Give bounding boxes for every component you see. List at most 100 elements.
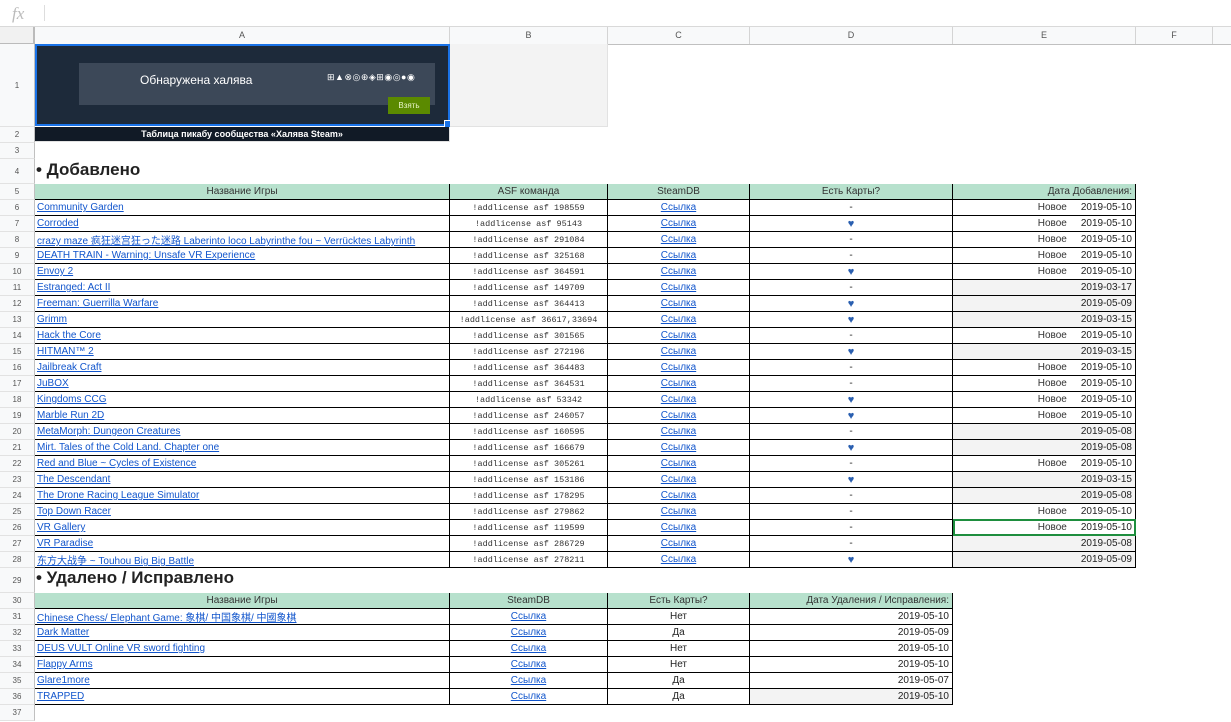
steamdb-link[interactable]: Ссылка (450, 673, 608, 689)
game-name-link[interactable]: Hack the Core (35, 328, 450, 344)
steamdb-link[interactable]: Ссылка (608, 200, 750, 216)
steamdb-link[interactable]: Ссылка (608, 264, 750, 280)
game-name-link[interactable]: Glare1more (35, 673, 450, 689)
row-header[interactable]: 34 (0, 657, 35, 673)
column-header-b[interactable]: B (450, 27, 608, 44)
steamdb-link[interactable]: Ссылка (608, 440, 750, 456)
row-header[interactable]: 13 (0, 312, 35, 328)
row-header[interactable]: 22 (0, 456, 35, 472)
active-cell-selection[interactable] (953, 519, 1136, 536)
take-button[interactable]: Взять (388, 97, 430, 114)
game-name-link[interactable]: JuBOX (35, 376, 450, 392)
steamdb-link[interactable]: Ссылка (450, 641, 608, 657)
game-name-link[interactable]: VR Gallery (35, 520, 450, 536)
column-header-e[interactable]: E (953, 27, 1136, 44)
row-header[interactable]: 3 (0, 143, 35, 159)
game-name-link[interactable]: HITMAN™ 2 (35, 344, 450, 360)
row-header[interactable]: 21 (0, 440, 35, 456)
steamdb-link[interactable]: Ссылка (608, 424, 750, 440)
row-header[interactable]: 11 (0, 280, 35, 296)
game-name-link[interactable]: Grimm (35, 312, 450, 328)
game-name-link[interactable]: Dark Matter (35, 625, 450, 641)
game-name-link[interactable]: Mirt. Tales of the Cold Land. Chapter on… (35, 440, 450, 456)
steamdb-link[interactable]: Ссылка (608, 472, 750, 488)
row-header[interactable]: 10 (0, 264, 35, 280)
game-name-link[interactable]: Red and Blue ~ Cycles of Existence (35, 456, 450, 472)
steamdb-link[interactable]: Ссылка (608, 376, 750, 392)
steamdb-link[interactable]: Ссылка (608, 344, 750, 360)
steamdb-link[interactable]: Ссылка (608, 552, 750, 568)
game-name-link[interactable]: Chinese Chess/ Elephant Game: 象棋/ 中国象棋/ … (35, 609, 450, 625)
row-header[interactable]: 32 (0, 625, 35, 641)
column-header-a[interactable]: A (35, 27, 450, 44)
row-header[interactable]: 7 (0, 216, 35, 232)
game-name-link[interactable]: Flappy Arms (35, 657, 450, 673)
steamdb-link[interactable]: Ссылка (608, 296, 750, 312)
game-name-link[interactable]: MetaMorph: Dungeon Creatures (35, 424, 450, 440)
row-header[interactable]: 16 (0, 360, 35, 376)
row-header[interactable]: 20 (0, 424, 35, 440)
row-header[interactable]: 28 (0, 552, 35, 568)
steamdb-link[interactable]: Ссылка (450, 657, 608, 673)
game-name-link[interactable]: DEATH TRAIN - Warning: Unsafe VR Experie… (35, 248, 450, 264)
game-name-link[interactable]: Freeman: Guerrilla Warfare (35, 296, 450, 312)
row-header[interactable]: 27 (0, 536, 35, 552)
game-name-link[interactable]: TRAPPED (35, 689, 450, 705)
row-header[interactable]: 19 (0, 408, 35, 424)
row-header[interactable]: 29 (0, 568, 35, 593)
row-header[interactable]: 33 (0, 641, 35, 657)
game-name-link[interactable]: Estranged: Act II (35, 280, 450, 296)
select-all-corner[interactable] (0, 27, 35, 44)
steamdb-link[interactable]: Ссылка (608, 248, 750, 264)
banner-image[interactable]: Обнаружена халява ⊞▲⊗◎⊕◈⊞◉◎●◉ Взять (35, 44, 452, 128)
steamdb-link[interactable]: Ссылка (608, 504, 750, 520)
row-header[interactable]: 23 (0, 472, 35, 488)
steamdb-link[interactable]: Ссылка (608, 360, 750, 376)
steamdb-link[interactable]: Ссылка (608, 456, 750, 472)
row-header[interactable]: 17 (0, 376, 35, 392)
formula-bar[interactable]: fx (0, 0, 1231, 27)
row-header[interactable]: 25 (0, 504, 35, 520)
steamdb-link[interactable]: Ссылка (608, 232, 750, 248)
game-name-link[interactable]: The Descendant (35, 472, 450, 488)
row-header[interactable]: 30 (0, 593, 35, 609)
row-header[interactable]: 8 (0, 232, 35, 248)
game-name-link[interactable]: DEUS VULT Online VR sword fighting (35, 641, 450, 657)
row-header[interactable]: 15 (0, 344, 35, 360)
row-header[interactable]: 14 (0, 328, 35, 344)
column-header-c[interactable]: C (608, 27, 750, 44)
steamdb-link[interactable]: Ссылка (450, 625, 608, 641)
steamdb-link[interactable]: Ссылка (608, 536, 750, 552)
row-header[interactable]: 1 (0, 44, 35, 127)
game-name-link[interactable]: The Drone Racing League Simulator (35, 488, 450, 504)
row-header[interactable]: 6 (0, 200, 35, 216)
row-header[interactable]: 37 (0, 705, 35, 721)
steamdb-link[interactable]: Ссылка (608, 280, 750, 296)
row-header[interactable]: 18 (0, 392, 35, 408)
row-header[interactable]: 5 (0, 184, 35, 200)
game-name-link[interactable]: crazy maze 疯狂迷宫狂った迷路 Laberinto loco Laby… (35, 232, 450, 248)
game-name-link[interactable]: Corroded (35, 216, 450, 232)
steamdb-link[interactable]: Ссылка (450, 689, 608, 705)
row-header[interactable]: 24 (0, 488, 35, 504)
row-header[interactable]: 31 (0, 609, 35, 625)
row-header[interactable]: 26 (0, 520, 35, 536)
steamdb-link[interactable]: Ссылка (450, 609, 608, 625)
game-name-link[interactable]: Envoy 2 (35, 264, 450, 280)
row-header[interactable]: 9 (0, 248, 35, 264)
steamdb-link[interactable]: Ссылка (608, 216, 750, 232)
steamdb-link[interactable]: Ссылка (608, 520, 750, 536)
row-header[interactable]: 4 (0, 159, 35, 184)
game-name-link[interactable]: 东方大战争 ~ Touhou Big Big Battle (35, 552, 450, 568)
column-header-d[interactable]: D (750, 27, 953, 44)
row-header[interactable]: 36 (0, 689, 35, 705)
game-name-link[interactable]: Top Down Racer (35, 504, 450, 520)
steamdb-link[interactable]: Ссылка (608, 392, 750, 408)
steamdb-link[interactable]: Ссылка (608, 328, 750, 344)
game-name-link[interactable]: VR Paradise (35, 536, 450, 552)
steamdb-link[interactable]: Ссылка (608, 312, 750, 328)
banner-side-cell[interactable] (450, 44, 608, 127)
row-header[interactable]: 12 (0, 296, 35, 312)
row-header[interactable]: 35 (0, 673, 35, 689)
steamdb-link[interactable]: Ссылка (608, 408, 750, 424)
